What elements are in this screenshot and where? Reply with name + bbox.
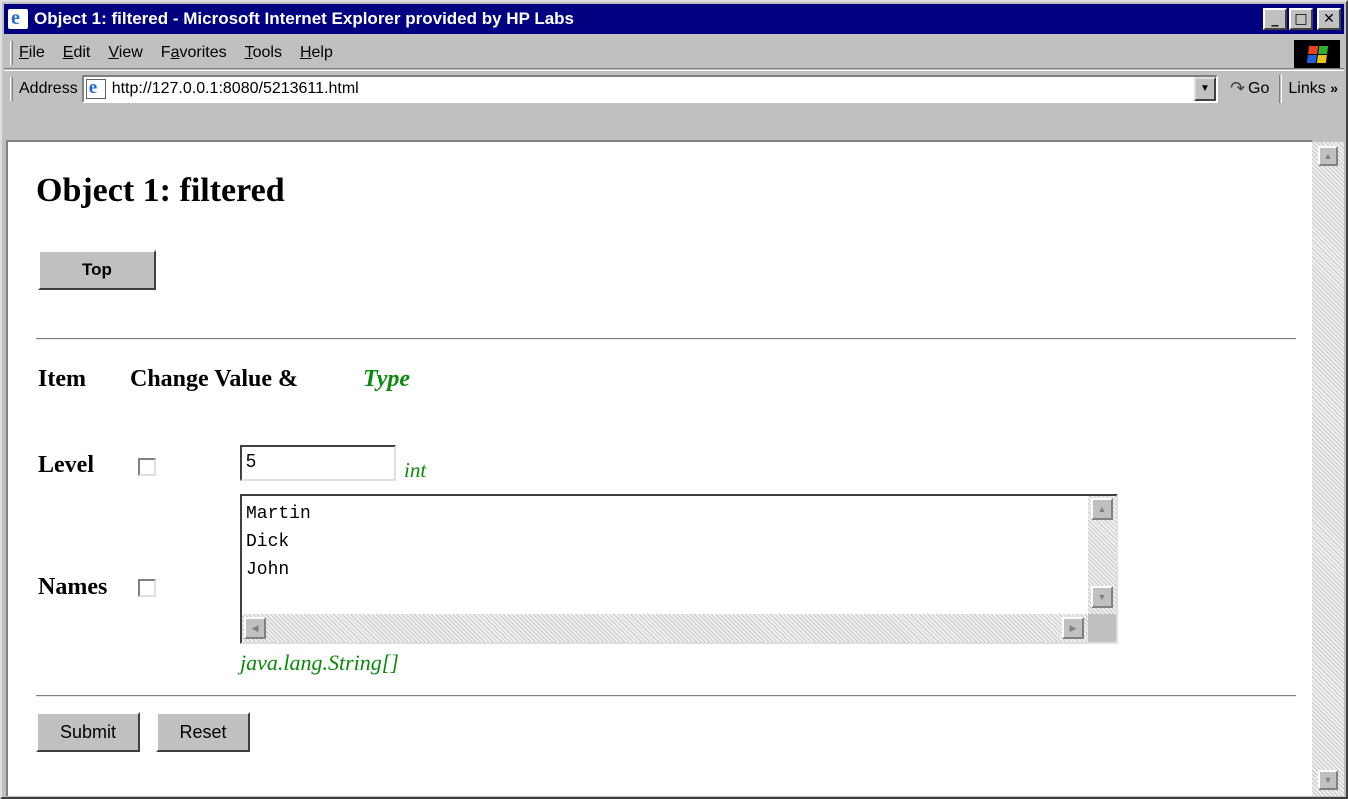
submit-button[interactable]: Submit: [36, 712, 140, 752]
column-header-item: Item: [38, 366, 86, 392]
page-vertical-scrollbar[interactable]: ▲ ▼: [1312, 142, 1344, 796]
scroll-right-icon[interactable]: ▶: [1062, 617, 1084, 639]
chevron-right-icon: »: [1330, 79, 1338, 96]
maximize-button[interactable]: □: [1289, 8, 1313, 30]
scroll-down-icon[interactable]: ▼: [1318, 770, 1338, 790]
title-bar[interactable]: e Object 1: filtered - Microsoft Interne…: [4, 4, 1344, 34]
reset-button[interactable]: Reset: [156, 712, 250, 752]
scroll-down-icon[interactable]: ▼: [1091, 586, 1113, 608]
names-label: Names: [38, 574, 108, 600]
address-url: http://127.0.0.1:8080/5213611.html: [111, 79, 359, 97]
go-arrow-icon: ↷: [1229, 78, 1246, 98]
ie-logo-icon: e: [8, 7, 28, 29]
window-title: Object 1: filtered - Microsoft Internet …: [34, 9, 575, 28]
menu-help[interactable]: Help: [300, 44, 333, 62]
textarea-vertical-scrollbar[interactable]: ▲ ▼: [1088, 496, 1116, 614]
scroll-up-icon[interactable]: ▲: [1091, 498, 1113, 520]
minimize-button[interactable]: _: [1263, 8, 1287, 30]
names-checkbox[interactable]: [138, 579, 156, 597]
toolbar-grip[interactable]: [10, 41, 13, 65]
list-item: Martin: [246, 504, 311, 524]
textarea-horizontal-scrollbar[interactable]: ◀ ▶: [242, 614, 1088, 642]
menu-tools[interactable]: Tools: [245, 44, 282, 62]
level-input[interactable]: 5: [240, 445, 396, 481]
toolbar-spacer: [4, 106, 1344, 140]
divider: [36, 338, 1296, 340]
level-checkbox[interactable]: [138, 458, 156, 476]
window-controls: _ □ ✕: [1263, 8, 1341, 30]
column-header-change-value: Change Value &: [130, 366, 299, 392]
divider: [36, 695, 1296, 697]
scrollbar-corner: [1088, 614, 1116, 642]
address-grip[interactable]: [10, 76, 13, 101]
go-label: Go: [1248, 79, 1270, 97]
address-input[interactable]: e http://127.0.0.1:8080/5213611.html ▼: [81, 74, 1218, 103]
scroll-left-icon[interactable]: ◀: [244, 617, 266, 639]
page-content: Object 1: filtered Top Item Change Value…: [6, 140, 1312, 796]
menu-file[interactable]: File: [19, 44, 45, 62]
links-button[interactable]: Links »: [1288, 80, 1338, 98]
top-button[interactable]: Top: [38, 250, 156, 290]
list-item: John: [246, 560, 290, 580]
address-dropdown-button[interactable]: ▼: [1193, 76, 1216, 101]
address-toolbar: Address e http://127.0.0.1:8080/5213611.…: [4, 70, 1344, 106]
level-type: int: [404, 458, 427, 482]
level-label: Level: [38, 452, 94, 478]
go-button[interactable]: ↷ Go: [1230, 78, 1269, 99]
browser-window: e Object 1: filtered - Microsoft Interne…: [0, 0, 1348, 799]
windows-logo-icon: [1294, 40, 1340, 68]
list-item: Dick: [246, 532, 290, 552]
scroll-up-icon[interactable]: ▲: [1318, 146, 1338, 166]
page-title: Object 1: filtered: [36, 172, 285, 209]
address-label: Address: [19, 79, 78, 97]
toolbar-separator: [1279, 74, 1283, 103]
names-type: java.lang.String[]: [240, 650, 399, 675]
menu-bar: File Edit View Favorites Tools Help: [4, 38, 1344, 69]
column-header-type: Type: [363, 366, 411, 392]
page-icon: e: [85, 77, 106, 99]
close-button[interactable]: ✕: [1317, 8, 1341, 30]
links-label: Links: [1288, 79, 1326, 97]
names-textarea[interactable]: Martin Dick John ▲ ▼ ◀ ▶: [240, 494, 1118, 644]
menu-view[interactable]: View: [108, 44, 142, 62]
menu-edit[interactable]: Edit: [63, 44, 91, 62]
menu-favorites[interactable]: Favorites: [161, 44, 227, 62]
